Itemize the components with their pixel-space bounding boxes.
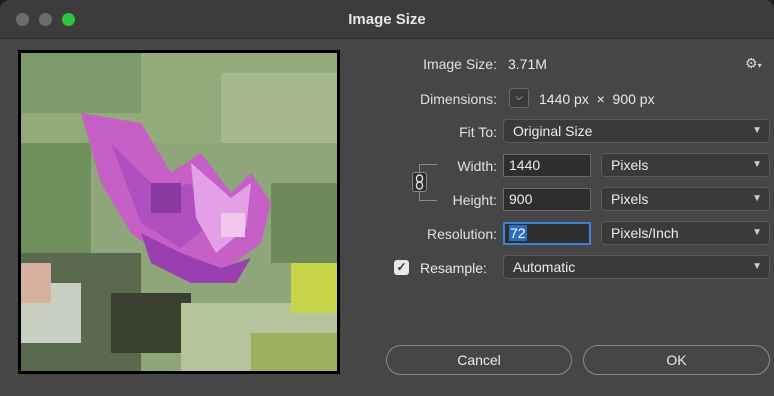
height-unit-select[interactable]: Pixels ▼	[601, 187, 770, 211]
ok-button[interactable]: OK	[583, 345, 770, 375]
constrain-proportions-toggle[interactable]	[412, 172, 427, 192]
chevron-down-icon: ⌵	[515, 92, 523, 103]
fit-to-label: Fit To:	[459, 124, 497, 140]
resolution-unit-value: Pixels/Inch	[611, 225, 679, 241]
checkmark-icon: ✓	[396, 260, 407, 274]
resolution-unit-select[interactable]: Pixels/Inch ▼	[601, 221, 770, 245]
cancel-button[interactable]: Cancel	[386, 345, 572, 375]
fit-to-select[interactable]: Original Size ▼	[503, 119, 770, 143]
chevron-down-icon: ▼	[752, 159, 762, 170]
resolution-label: Resolution:	[426, 226, 497, 242]
width-label: Width:	[457, 158, 497, 174]
resolution-value: 72	[509, 225, 527, 241]
resample-checkbox[interactable]: ✓	[394, 260, 409, 275]
dimensions-value: 1440 px × 900 px	[539, 91, 655, 107]
height-unit-value: Pixels	[611, 191, 649, 207]
image-size-value: 3.71M	[508, 56, 547, 72]
image-size-label: Image Size:	[423, 56, 497, 72]
dimensions-label: Dimensions:	[419, 91, 497, 107]
title-bar: Image Size	[0, 0, 774, 39]
resample-label: Resample:	[420, 260, 487, 276]
fit-to-value: Original Size	[513, 123, 593, 139]
image-size-dialog: Image Size Image Size: 3.71M ⚙▾ Dimensio…	[0, 0, 774, 396]
chevron-down-icon: ▼	[752, 193, 762, 204]
resolution-input[interactable]: 72	[503, 222, 591, 245]
width-unit-select[interactable]: Pixels ▼	[601, 153, 770, 177]
width-unit-value: Pixels	[611, 157, 649, 173]
width-input[interactable]: 1440	[503, 154, 591, 177]
height-input[interactable]: 900	[503, 188, 591, 211]
resample-value: Automatic	[513, 259, 576, 275]
settings-gear-icon[interactable]: ⚙▾	[745, 55, 762, 72]
resample-select[interactable]: Automatic ▼	[503, 255, 770, 279]
dimensions-unit-menu-button[interactable]: ⌵	[509, 88, 529, 108]
chevron-down-icon: ▼	[752, 261, 762, 272]
height-label: Height:	[452, 192, 497, 208]
window-title: Image Size	[348, 11, 426, 28]
image-preview[interactable]	[18, 50, 340, 374]
chevron-down-icon: ▼	[752, 125, 762, 136]
chevron-down-icon: ▼	[752, 227, 762, 238]
chain-link-icon	[415, 174, 424, 190]
lotus-flower-preview-image	[21, 53, 337, 371]
